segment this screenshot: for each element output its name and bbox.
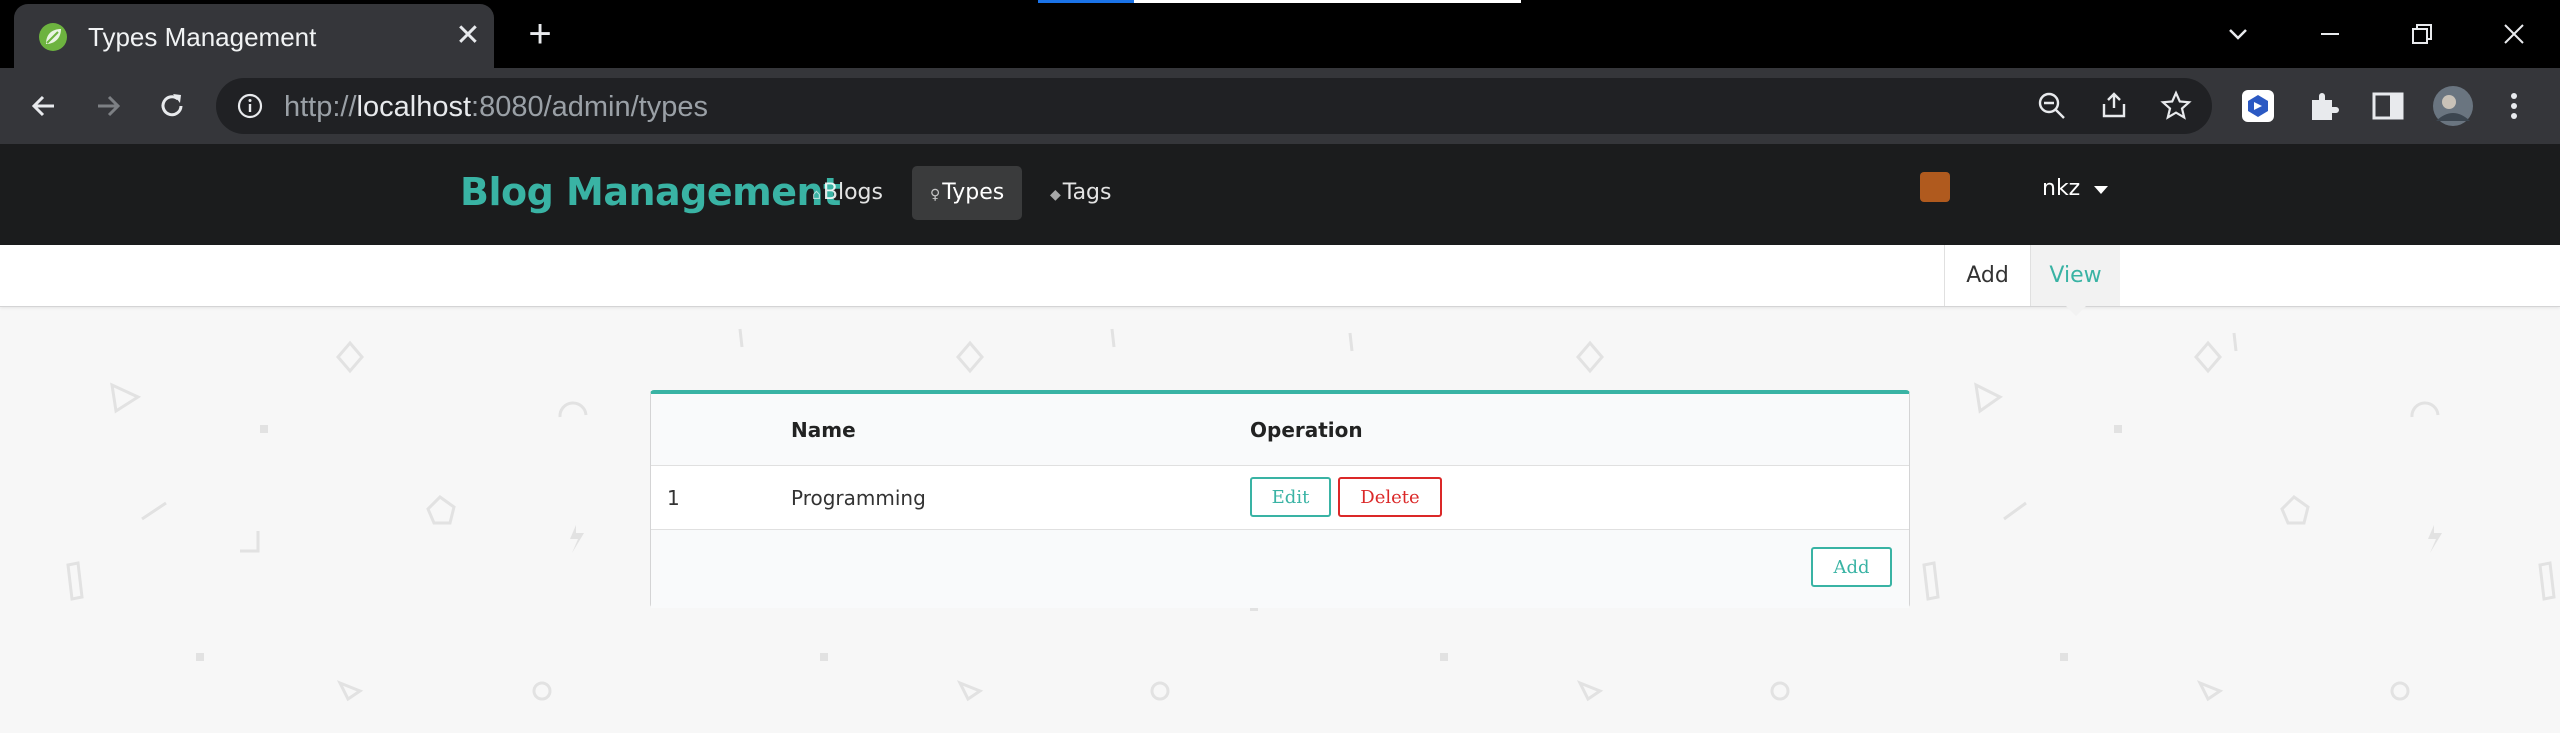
edit-button[interactable]: Edit (1250, 477, 1331, 517)
user-avatar[interactable] (1920, 172, 1950, 202)
table-header: Name Operation (651, 394, 1909, 466)
tab-strip-indicator-active (1038, 0, 1134, 3)
reload-icon[interactable] (150, 84, 194, 128)
table-row: 1 Programming Edit Delete (651, 466, 1909, 530)
browser-titlebar: Types Management ✕ + (0, 0, 2560, 68)
row-id: 1 (667, 486, 680, 510)
close-window-icon[interactable] (2492, 12, 2536, 56)
home-icon: ⌂ (812, 187, 821, 203)
url-text: http://localhost:8080/admin/types (284, 91, 708, 123)
extension-app-icon[interactable] (2240, 88, 2276, 124)
back-icon[interactable] (22, 84, 66, 128)
info-icon[interactable] (236, 92, 264, 120)
side-panel-icon[interactable] (2370, 88, 2406, 124)
tab-search-icon[interactable] (2216, 12, 2260, 56)
new-tab-icon[interactable]: + (518, 14, 562, 58)
submenu-view[interactable]: View (2030, 245, 2120, 306)
dropdown-caret-icon[interactable] (2094, 186, 2108, 194)
add-type-button[interactable]: Add (1811, 547, 1892, 587)
delete-button[interactable]: Delete (1338, 477, 1442, 517)
minimize-icon[interactable] (2308, 12, 2352, 56)
column-header-name: Name (791, 418, 856, 442)
nav-item-types[interactable]: ♀Types (912, 166, 1023, 220)
app-navbar: Blog Management ⌂Blogs ♀Types ◆Tags nkz (0, 144, 2560, 245)
secondary-menu: Add View (0, 245, 2560, 307)
address-bar[interactable]: http://localhost:8080/admin/types (216, 78, 2212, 134)
spring-leaf-icon (39, 23, 67, 51)
bookmark-star-icon[interactable] (2160, 90, 2192, 122)
profile-avatar[interactable] (2432, 85, 2474, 127)
restore-icon[interactable] (2400, 12, 2444, 56)
types-table: Name Operation 1 Programming Edit Delete… (650, 390, 1910, 608)
brand-title[interactable]: Blog Management (460, 170, 841, 214)
row-name: Programming (791, 486, 926, 510)
more-menu-icon[interactable] (2496, 88, 2532, 124)
table-footer: Add (651, 530, 1909, 608)
nav-item-blogs[interactable]: ⌂Blogs (794, 166, 901, 220)
close-icon[interactable]: ✕ (450, 18, 486, 54)
browser-tab[interactable]: Types Management ✕ (14, 4, 494, 68)
extensions-puzzle-icon[interactable] (2306, 88, 2342, 124)
tags-icon: ◆ (1050, 187, 1061, 203)
zoom-out-icon[interactable] (2036, 90, 2068, 122)
submenu-add[interactable]: Add (1944, 245, 2030, 306)
tab-title: Types Management (88, 22, 317, 52)
share-icon[interactable] (2098, 90, 2130, 122)
column-header-operation: Operation (1250, 418, 1363, 442)
idea-icon: ♀ (930, 187, 941, 203)
nav-item-tags[interactable]: ◆Tags (1032, 166, 1130, 220)
browser-toolbar: http://localhost:8080/admin/types (0, 68, 2560, 144)
forward-icon[interactable] (86, 84, 130, 128)
user-name[interactable]: nkz (2042, 176, 2080, 201)
